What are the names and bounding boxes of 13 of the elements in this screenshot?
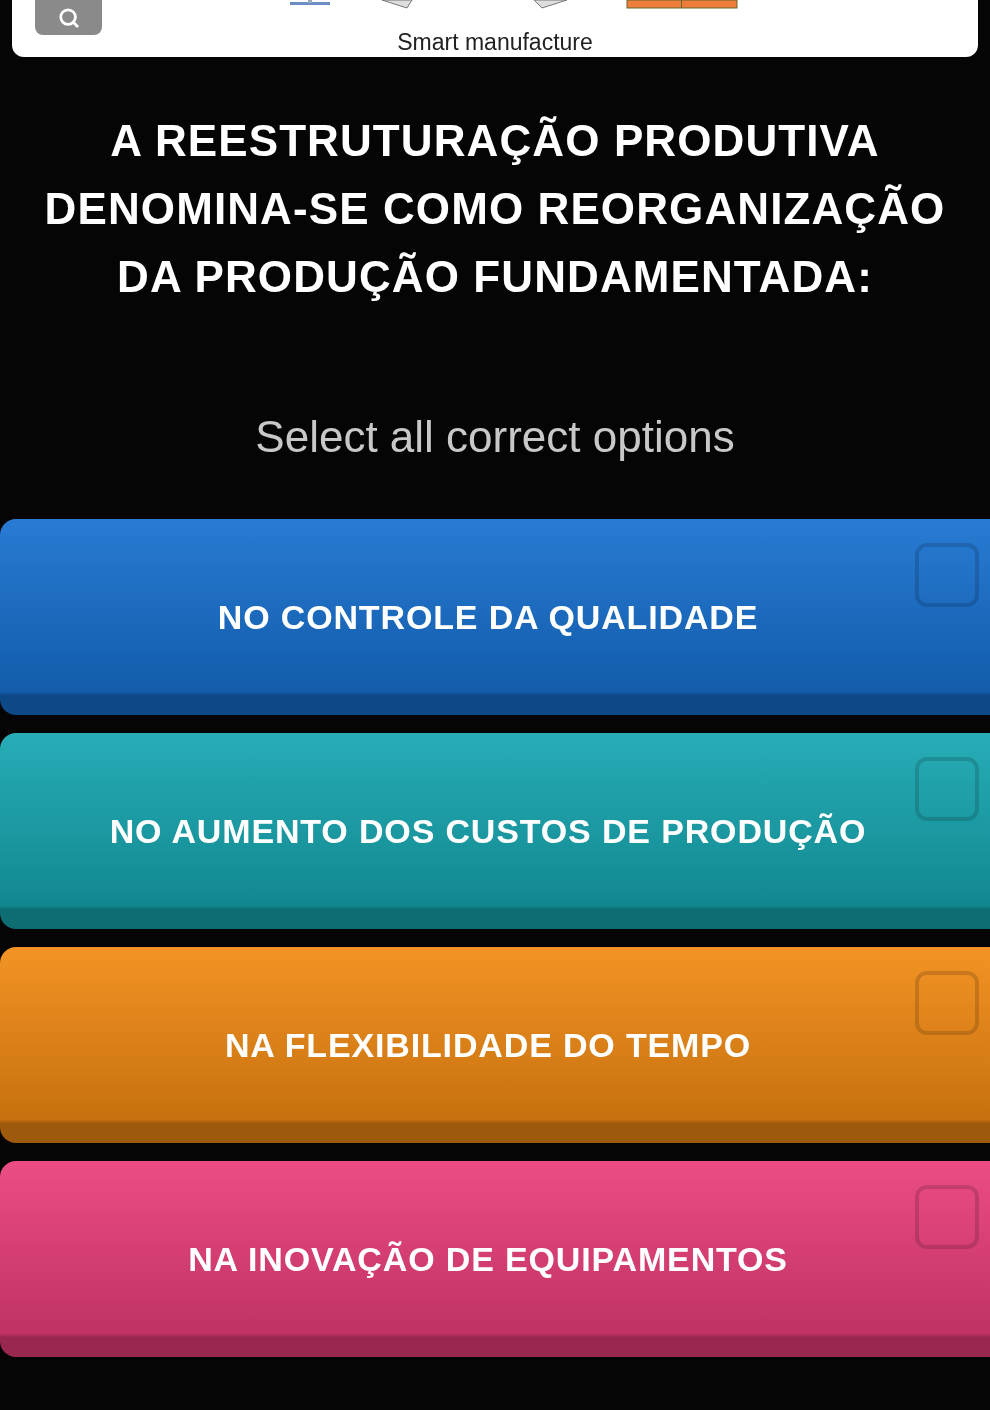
image-caption: Smart manufacture [397, 31, 593, 57]
answer-option[interactable]: NA FLEXIBILIDADE DO TEMPO [0, 947, 990, 1143]
checkbox[interactable] [915, 971, 979, 1035]
checkbox[interactable] [915, 1185, 979, 1249]
answer-option[interactable]: NO AUMENTO DOS CUSTOS DE PRODUÇÃO [0, 733, 990, 929]
checkbox[interactable] [915, 757, 979, 821]
zoom-button[interactable] [35, 0, 102, 35]
instruction-text: Select all correct options [254, 411, 736, 463]
checkbox[interactable] [915, 543, 979, 607]
question-text: A REESTRUTURAÇÃO PRODUTIVA DENOMINA-SE COMO REORGANIZAÇÃO DA PRODUÇÃO FUNDAMENTADA: [43, 115, 947, 303]
search-icon [57, 6, 80, 29]
answer-option[interactable]: NO CONTROLE DA QUALIDADE [0, 519, 990, 715]
answer-option[interactable]: NA INOVAÇÃO DE EQUIPAMENTOS [0, 1161, 990, 1357]
